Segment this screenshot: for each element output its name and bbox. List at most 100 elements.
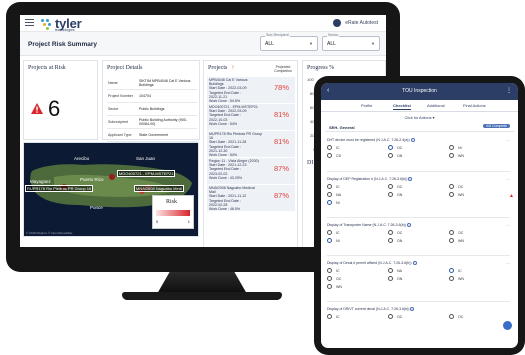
radio-option[interactable]: OC: [388, 145, 449, 151]
projects-at-risk-title: Projects at Risk: [28, 65, 66, 71]
list-item[interactable]: MUPR178 Rio Piedras PR Group 16 Start Date…: [207, 131, 295, 158]
map-marker-tag[interactable]: RUPR178 Rio Piedras PR Group 16: [25, 185, 94, 192]
radio-option[interactable]: NI: [449, 145, 510, 151]
map-label: Ponce: [90, 205, 103, 210]
radio-option[interactable]: OC: [388, 314, 449, 320]
radio-option[interactable]: WN: [449, 238, 510, 244]
radio-option[interactable]: IC: [327, 145, 388, 151]
radio-option[interactable]: WN: [327, 284, 388, 290]
project-line: Work Done : 54%: [209, 121, 238, 126]
radio-option[interactable]: OC: [449, 230, 510, 236]
divider: [327, 217, 510, 218]
more-icon[interactable]: ⋯: [506, 138, 510, 143]
map-marker-tag[interactable]: MNAG008 Naguabo Medi: [134, 185, 184, 192]
tab-checklist[interactable]: Checklist: [393, 103, 411, 110]
radio-option[interactable]: IC: [327, 268, 388, 274]
tablet-device: ‹ TOU Inspection ⋮ Profile Checklist Add…: [314, 76, 525, 355]
radio-option[interactable]: WN: [449, 153, 510, 159]
more-options-icon[interactable]: ⋮: [506, 87, 512, 94]
checklist-question: Display of DEP Registration # (N.J.A.C. …: [327, 177, 510, 206]
user-name: eRate Autotest: [345, 20, 378, 26]
option-label: IC: [336, 230, 340, 235]
list-item[interactable]: MPB4048 Cal E Various Buildings Start Date…: [207, 77, 295, 104]
tab-additional[interactable]: Additional: [427, 103, 445, 108]
project-details-title: Project Details: [107, 65, 143, 71]
option-label: IC: [336, 184, 340, 189]
option-label: IC: [336, 314, 340, 319]
question-text: Display of DEP Registration # (N.J.A.C. …: [327, 177, 510, 182]
project-line: Work Done : 48.5%: [209, 207, 241, 212]
radio-option[interactable]: OC: [388, 184, 449, 190]
subrecipient-select[interactable]: Sub-Recipient ALL ▼: [260, 33, 318, 51]
sort-arrow-icon[interactable]: ↑: [231, 65, 234, 71]
radio-option[interactable]: NA: [388, 268, 449, 274]
actions-link[interactable]: Click for Actions ▾: [321, 115, 518, 120]
option-label: OC: [458, 314, 464, 319]
info-icon[interactable]: [412, 261, 417, 266]
detail-value: Public Building Authority (900-00084-00): [139, 118, 187, 126]
radio-option[interactable]: OC: [327, 276, 388, 282]
radio-option[interactable]: NI: [327, 200, 388, 206]
list-item[interactable]: Region 11 - Vista Alegre (2030) Start Dat…: [207, 158, 295, 185]
tablet-screen: ‹ TOU Inspection ⋮ Profile Checklist Add…: [321, 83, 518, 348]
option-label: IC: [336, 268, 340, 273]
info-icon[interactable]: [408, 177, 413, 182]
fab-button[interactable]: [503, 321, 512, 330]
radio-option[interactable]: IC: [449, 268, 510, 274]
radio-option[interactable]: OC: [449, 184, 510, 190]
list-item[interactable]: MNAG008 Naguabo Medical Mall Start Date : …: [207, 185, 295, 212]
table-row: Name SIKTIM MPB4048 Cal E Various Buildin…: [107, 77, 197, 90]
radio-option[interactable]: IC: [327, 314, 388, 320]
info-icon[interactable]: [406, 223, 411, 228]
projected-completion-header: Projected Completion: [274, 65, 292, 73]
section-header[interactable]: SEH- General 0/8 Complete: [325, 123, 514, 132]
more-icon[interactable]: ⋯: [506, 177, 510, 182]
detail-value: SIKTIM MPB4048 Cal E Various Buildings: [139, 79, 191, 87]
info-icon[interactable]: [410, 307, 415, 312]
hamburger-menu-icon[interactable]: [25, 19, 34, 27]
divider: [327, 301, 510, 302]
projects-title: Projects ↑: [208, 65, 234, 71]
user-menu[interactable]: eRate Autotest: [333, 19, 378, 27]
option-label: ON: [397, 238, 403, 243]
radio-option[interactable]: ON: [388, 153, 449, 159]
tab-final-actions[interactable]: Final Actions: [463, 103, 486, 108]
question-label: DHT device must be registered (N.J.A.C. …: [327, 138, 410, 142]
radio-option[interactable]: IC: [327, 230, 388, 236]
more-icon[interactable]: ⋯: [506, 261, 510, 266]
list-item[interactable]: MDO400721 - EPM-MSTEP21 Start Date : 2022…: [207, 104, 295, 131]
risk-map[interactable]: Arecibo San Juan Mayagüez Puerto Rico Po…: [23, 142, 199, 237]
question-label: Display of Decal # permit affixed (N.J.A…: [327, 261, 412, 265]
sector-select[interactable]: Sector ALL ▼: [322, 33, 380, 51]
info-icon[interactable]: [410, 138, 415, 143]
more-icon[interactable]: ⋯: [506, 223, 510, 228]
option-label: ON: [397, 153, 403, 158]
projects-at-risk-count: 6: [48, 96, 61, 121]
radio-option[interactable]: WN: [449, 276, 510, 282]
radio-option[interactable]: ON: [388, 276, 449, 282]
radio-option[interactable]: NA: [327, 192, 388, 198]
map-marker-tag[interactable]: MDO400721 - EPM-MSTEP21: [117, 170, 176, 177]
tablet-tabs: Profile Checklist Additional Final Actio…: [321, 100, 518, 112]
project-info: MPB4048 Cal E Various Buildings Start Date…: [209, 78, 269, 103]
radio-option[interactable]: NI: [327, 238, 388, 244]
option-label: CD: [336, 153, 342, 158]
detail-key: Name: [108, 81, 118, 85]
radio-option[interactable]: ON: [388, 238, 449, 244]
radio-option[interactable]: OC: [388, 230, 449, 236]
option-label: OC: [397, 184, 403, 189]
radio-option[interactable]: WN: [449, 192, 510, 198]
radio-option[interactable]: OC: [449, 314, 510, 320]
tablet-title: TOU Inspection: [402, 88, 437, 94]
radio-option[interactable]: IC: [327, 184, 388, 190]
radio-option[interactable]: ON: [388, 192, 449, 198]
radio-option[interactable]: CD: [327, 153, 388, 159]
tab-profile[interactable]: Profile: [361, 103, 372, 108]
radio-group: IC OC NI CD ON WN: [327, 145, 510, 159]
map-credit: © 2018 Mapbox © OpenStreetMap: [26, 231, 73, 235]
tyler-logo[interactable]: tyler technologies: [39, 16, 82, 32]
risk-legend: Risk 0 1: [152, 195, 194, 229]
option-label: OC: [397, 145, 403, 150]
checklist-question: Display of Decal # permit affixed (N.J.A…: [327, 261, 510, 290]
option-label: OC: [397, 230, 403, 235]
